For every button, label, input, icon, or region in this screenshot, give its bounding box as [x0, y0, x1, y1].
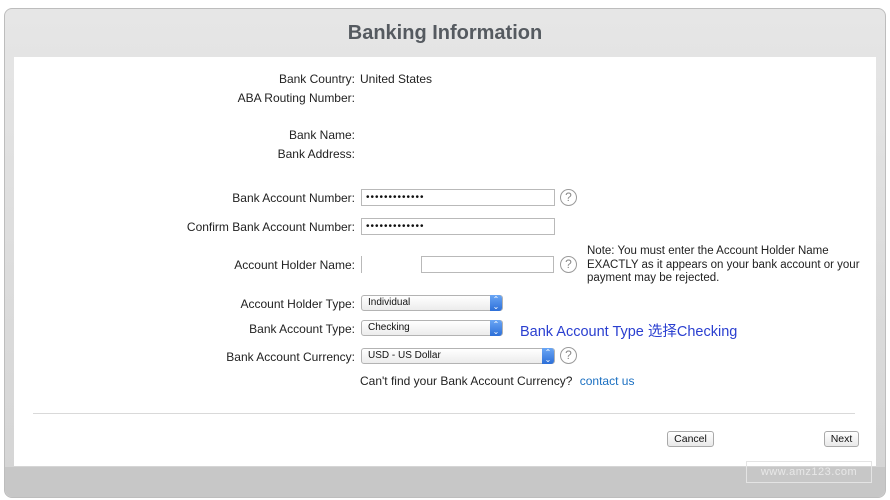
confirm-account-label: Confirm Bank Account Number: [186, 220, 355, 234]
bank-country-label: Bank Country: [278, 72, 355, 86]
divider [33, 413, 855, 414]
holder-type-label: Account Holder Type: [240, 297, 355, 311]
dialog-title: Banking Information [347, 21, 543, 44]
up-down-chevron-icon: ⌃ ⌄ [542, 348, 554, 364]
currency-value: USD - US Dollar [368, 350, 441, 361]
cancel-button[interactable]: Cancel [667, 431, 714, 447]
question-mark-icon[interactable]: ? [560, 347, 577, 364]
account-type-label: Bank Account Type: [249, 322, 355, 336]
next-button[interactable]: Next [824, 431, 859, 447]
holder-name-input[interactable] [421, 256, 554, 273]
currency-label: Bank Account Currency: [226, 350, 355, 364]
currency-help-line: Can't find your Bank Account Currency? c… [360, 374, 634, 388]
account-type-value: Checking [368, 322, 410, 333]
account-number-label: Bank Account Number: [232, 191, 355, 205]
account-type-select[interactable]: Checking ⌃ ⌄ [361, 320, 503, 336]
holder-type-select[interactable]: Individual ⌃ ⌄ [361, 295, 503, 311]
question-mark-icon[interactable]: ? [560, 256, 577, 273]
holder-type-value: Individual [368, 297, 411, 308]
aba-routing-label: ABA Routing Number: [237, 91, 355, 105]
watermark: www.amz123.com [746, 461, 872, 483]
holder-name-cursor [361, 256, 363, 273]
up-down-chevron-icon: ⌃ ⌄ [490, 295, 502, 311]
contact-us-link[interactable]: contact us [580, 374, 635, 388]
holder-name-note: Note: You must enter the Account Holder … [587, 245, 860, 284]
annotation-text: Bank Account Type 选择Checking [520, 324, 738, 340]
question-mark-icon[interactable]: ? [560, 189, 577, 206]
currency-help-question: Can't find your Bank Account Currency? [360, 374, 573, 388]
holder-name-label: Account Holder Name: [234, 258, 355, 272]
up-down-chevron-icon: ⌃ ⌄ [490, 320, 502, 336]
currency-select[interactable]: USD - US Dollar ⌃ ⌄ [361, 348, 555, 364]
confirm-account-input[interactable]: ••••••••••••• [361, 218, 555, 235]
bank-country-value: United States [360, 72, 433, 86]
account-number-input[interactable]: ••••••••••••• [361, 189, 555, 206]
bank-name-label: Bank Name: [288, 128, 355, 142]
bank-address-label: Bank Address: [277, 147, 355, 161]
